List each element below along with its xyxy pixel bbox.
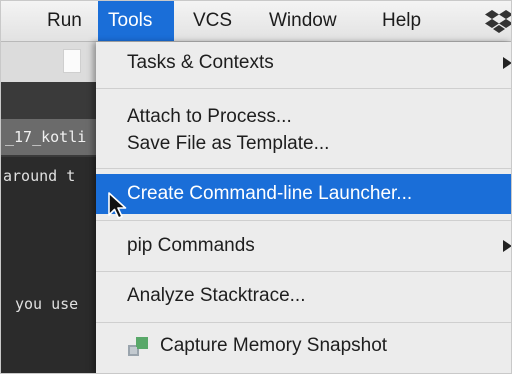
menu-item-create-command-line-launcher[interactable]: Create Command-line Launcher...	[96, 174, 511, 214]
editor-tab-label: _17_kotli	[5, 128, 87, 146]
menu-item-label: Save File as Template...	[127, 133, 330, 154]
menu-run[interactable]: Run	[37, 1, 92, 41]
menu-item-pip-commands[interactable]: pip Commands	[96, 226, 511, 266]
code-editor[interactable]: around t you use	[1, 157, 96, 373]
memory-snapshot-icon	[128, 337, 148, 356]
menu-item-label: Analyze Stacktrace...	[127, 285, 306, 306]
menu-item-label: Attach to Process...	[127, 106, 292, 127]
menu-tools[interactable]: Tools	[98, 1, 174, 41]
tools-dropdown-menu: Tasks & Contexts Attach to Process... Sa…	[96, 42, 511, 373]
menu-help[interactable]: Help	[372, 1, 431, 41]
menu-separator	[96, 271, 511, 272]
code-line: around t	[3, 167, 76, 185]
menu-separator	[96, 168, 511, 169]
menu-separator	[96, 88, 511, 89]
mouse-cursor-icon	[108, 192, 127, 219]
menu-item-tasks-contexts[interactable]: Tasks & Contexts	[96, 42, 511, 84]
menu-separator	[96, 220, 511, 221]
menu-window[interactable]: Window	[259, 1, 347, 41]
code-line: you use	[15, 295, 79, 313]
menu-item-label: pip Commands	[127, 235, 255, 256]
menu-item-label: Tasks & Contexts	[127, 52, 274, 73]
menu-item-attach-to-process[interactable]: Attach to Process...	[96, 104, 511, 130]
menu-item-analyze-stacktrace[interactable]: Analyze Stacktrace...	[96, 276, 511, 316]
ide-toolbar	[1, 42, 96, 82]
file-icon	[63, 49, 81, 73]
app-window: Run Tools VCS Window Help _17_kotli arou…	[0, 0, 512, 374]
menu-item-label: Capture Memory Snapshot	[160, 335, 388, 356]
menu-item-capture-memory-snapshot[interactable]: Capture Memory Snapshot	[96, 326, 511, 366]
menu-bar: Run Tools VCS Window Help	[1, 1, 511, 42]
menu-separator	[96, 322, 511, 323]
submenu-arrow-icon	[503, 240, 511, 252]
menu-vcs[interactable]: VCS	[183, 1, 242, 41]
menu-item-save-file-as-template[interactable]: Save File as Template...	[96, 130, 511, 158]
editor-tab[interactable]: _17_kotli	[1, 119, 96, 155]
menu-item-label: Create Command-line Launcher...	[127, 183, 413, 204]
submenu-arrow-icon	[503, 57, 511, 69]
dropbox-icon[interactable]	[485, 8, 512, 34]
